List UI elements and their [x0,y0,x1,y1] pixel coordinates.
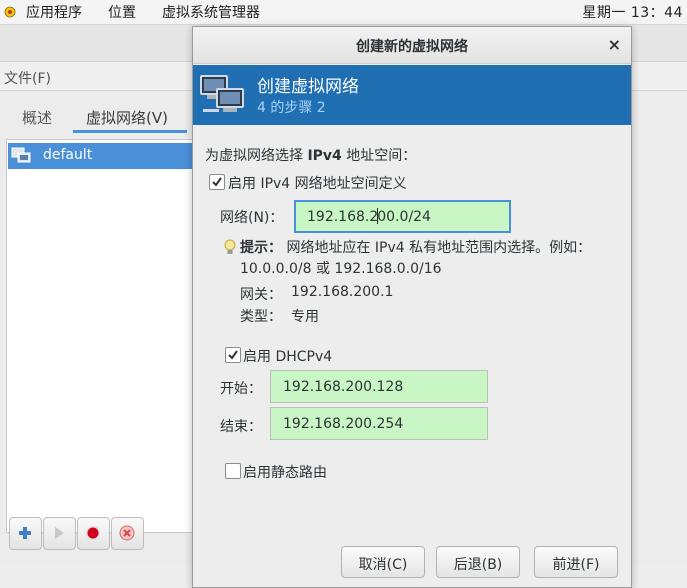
list-item[interactable]: default [8,143,196,169]
tab-bar: 概述 虚拟网络(V) [0,99,200,133]
dhcp-start-label: 开始： [220,381,262,397]
add-icon [19,527,31,539]
close-icon[interactable]: × [608,35,621,54]
hint-text: 网络地址应在 IPv4 私有地址范围内选择。例如： [282,240,592,256]
network-icon [200,75,244,112]
dhcp-end-input[interactable]: 192.168.200.254 [270,407,488,440]
start-network-button[interactable] [43,517,76,550]
cancel-button[interactable]: 取消(C) [341,546,425,578]
network-list: default [6,139,198,533]
static-route-checkbox[interactable] [225,463,241,479]
lightbulb-icon [224,239,236,254]
enable-dhcp-checkbox[interactable] [225,347,241,363]
clock[interactable]: 星期一 13：44 [582,2,683,22]
type-value: 专用 [291,309,319,325]
hint-bold: 提示： [240,240,282,256]
check-icon [212,177,222,187]
dhcp-end-label: 结束： [220,419,262,435]
enable-ipv4-checkbox[interactable] [209,174,225,190]
section-heading-suffix: 地址空间： [341,148,417,164]
section-heading-bold: IPv4 [307,148,342,164]
network-label: 网络(N)： [220,210,284,226]
stop-record-icon [86,526,100,540]
gateway-label: 网关： [240,287,282,303]
network-icon [11,147,31,163]
section-heading-prefix: 为虚拟网络选择 [205,148,308,164]
banner-title: 创建虚拟网络 [257,77,359,97]
enable-dhcp-label[interactable]: 启用 DHCPv4 [243,346,332,366]
delete-network-button[interactable] [111,517,144,550]
file-menu[interactable]: 文件(F) [4,68,51,88]
dialog-titlebar: 创建新的虚拟网络 × [193,27,631,64]
play-icon [55,527,64,539]
wizard-banner: 创建虚拟网络 4 的步骤 2 [193,65,631,125]
gateway-value: 192.168.200.1 [291,284,394,300]
enable-ipv4-label[interactable]: 启用 IPv4 网络地址空间定义 [228,173,407,193]
check-icon [228,350,238,360]
hint-line-1: 提示： 网络地址应在 IPv4 私有地址范围内选择。例如： [240,237,591,257]
applications-icon[interactable] [4,6,16,18]
static-route-label[interactable]: 启用静态路由 [243,462,327,482]
active-tab-indicator [73,130,187,133]
banner-step: 4 的步骤 2 [257,100,326,116]
section-heading: 为虚拟网络选择 IPv4 地址空间： [205,145,416,165]
network-value-before-caret: 192.168.2 [307,209,379,225]
add-network-button[interactable] [9,517,42,550]
forward-button[interactable]: 前进(F) [534,546,618,578]
dialog-title: 创建新的虚拟网络 [356,39,468,55]
stop-network-button[interactable] [77,517,110,550]
network-value-after-caret: 00.0/24 [377,209,431,225]
hint-line-2: 10.0.0.0/8 或 192.168.0.0/16 [240,261,442,277]
top-bar: 应用程序 位置 虚拟系统管理器 星期一 13：44 [0,0,687,25]
app-menu[interactable]: 虚拟系统管理器 [162,2,260,22]
places-menu[interactable]: 位置 [108,2,136,22]
network-input[interactable]: 192.168.200.0/24 [294,200,511,233]
back-button[interactable]: 后退(B) [436,546,520,578]
network-name: default [43,147,93,163]
dhcp-start-input[interactable]: 192.168.200.128 [270,370,488,403]
type-label: 类型： [240,309,282,325]
tab-overview[interactable]: 概述 [22,107,52,128]
tab-virtual-networks[interactable]: 虚拟网络(V) [86,107,168,128]
delete-icon [119,525,135,541]
create-network-dialog: 创建新的虚拟网络 × 创建虚拟网络 4 的步骤 2 为虚拟网络选择 IPv4 地… [192,26,632,588]
applications-menu[interactable]: 应用程序 [26,2,82,22]
